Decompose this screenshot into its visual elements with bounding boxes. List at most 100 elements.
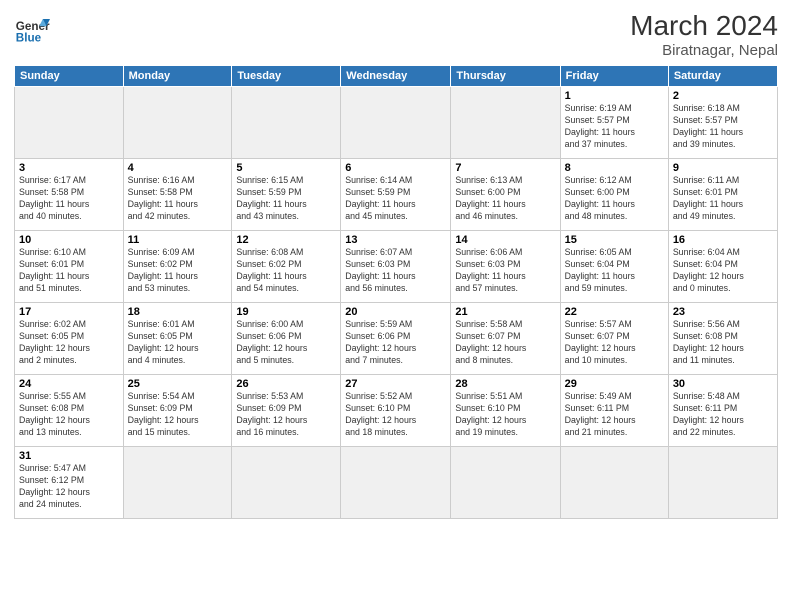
day-info: Sunrise: 5:51 AM Sunset: 6:10 PM Dayligh… bbox=[455, 391, 555, 439]
logo-icon: General Blue bbox=[14, 10, 50, 46]
col-thursday: Thursday bbox=[451, 66, 560, 87]
day-number: 5 bbox=[236, 162, 336, 174]
calendar-cell bbox=[232, 87, 341, 159]
day-info: Sunrise: 6:02 AM Sunset: 6:05 PM Dayligh… bbox=[19, 319, 119, 367]
day-number: 17 bbox=[19, 306, 119, 318]
day-info: Sunrise: 6:04 AM Sunset: 6:04 PM Dayligh… bbox=[673, 247, 773, 295]
day-number: 26 bbox=[236, 378, 336, 390]
calendar-cell bbox=[451, 447, 560, 519]
day-info: Sunrise: 6:11 AM Sunset: 6:01 PM Dayligh… bbox=[673, 175, 773, 223]
location-subtitle: Biratnagar, Nepal bbox=[630, 42, 778, 59]
month-year-title: March 2024 bbox=[630, 10, 778, 42]
day-number: 31 bbox=[19, 450, 119, 462]
calendar-cell: 20Sunrise: 5:59 AM Sunset: 6:06 PM Dayli… bbox=[341, 303, 451, 375]
day-info: Sunrise: 6:18 AM Sunset: 5:57 PM Dayligh… bbox=[673, 103, 773, 151]
calendar-cell: 22Sunrise: 5:57 AM Sunset: 6:07 PM Dayli… bbox=[560, 303, 668, 375]
calendar-cell bbox=[123, 87, 232, 159]
calendar-cell: 8Sunrise: 6:12 AM Sunset: 6:00 PM Daylig… bbox=[560, 159, 668, 231]
col-tuesday: Tuesday bbox=[232, 66, 341, 87]
calendar-week-4: 17Sunrise: 6:02 AM Sunset: 6:05 PM Dayli… bbox=[15, 303, 778, 375]
calendar-cell: 2Sunrise: 6:18 AM Sunset: 5:57 PM Daylig… bbox=[668, 87, 777, 159]
calendar-cell: 19Sunrise: 6:00 AM Sunset: 6:06 PM Dayli… bbox=[232, 303, 341, 375]
col-monday: Monday bbox=[123, 66, 232, 87]
day-info: Sunrise: 5:53 AM Sunset: 6:09 PM Dayligh… bbox=[236, 391, 336, 439]
day-info: Sunrise: 6:09 AM Sunset: 6:02 PM Dayligh… bbox=[128, 247, 228, 295]
day-info: Sunrise: 5:54 AM Sunset: 6:09 PM Dayligh… bbox=[128, 391, 228, 439]
calendar-cell bbox=[15, 87, 124, 159]
day-number: 22 bbox=[565, 306, 664, 318]
day-number: 9 bbox=[673, 162, 773, 174]
day-info: Sunrise: 6:01 AM Sunset: 6:05 PM Dayligh… bbox=[128, 319, 228, 367]
title-block: March 2024 Biratnagar, Nepal bbox=[630, 10, 778, 59]
day-info: Sunrise: 6:14 AM Sunset: 5:59 PM Dayligh… bbox=[345, 175, 446, 223]
day-info: Sunrise: 5:57 AM Sunset: 6:07 PM Dayligh… bbox=[565, 319, 664, 367]
col-sunday: Sunday bbox=[15, 66, 124, 87]
calendar-cell: 24Sunrise: 5:55 AM Sunset: 6:08 PM Dayli… bbox=[15, 375, 124, 447]
calendar-cell: 10Sunrise: 6:10 AM Sunset: 6:01 PM Dayli… bbox=[15, 231, 124, 303]
calendar-cell: 23Sunrise: 5:56 AM Sunset: 6:08 PM Dayli… bbox=[668, 303, 777, 375]
calendar-cell: 13Sunrise: 6:07 AM Sunset: 6:03 PM Dayli… bbox=[341, 231, 451, 303]
day-info: Sunrise: 6:00 AM Sunset: 6:06 PM Dayligh… bbox=[236, 319, 336, 367]
day-number: 21 bbox=[455, 306, 555, 318]
calendar-page: General Blue March 2024 Biratnagar, Nepa… bbox=[0, 0, 792, 525]
day-info: Sunrise: 5:58 AM Sunset: 6:07 PM Dayligh… bbox=[455, 319, 555, 367]
calendar-cell: 30Sunrise: 5:48 AM Sunset: 6:11 PM Dayli… bbox=[668, 375, 777, 447]
calendar-cell: 18Sunrise: 6:01 AM Sunset: 6:05 PM Dayli… bbox=[123, 303, 232, 375]
day-number: 27 bbox=[345, 378, 446, 390]
calendar-cell: 25Sunrise: 5:54 AM Sunset: 6:09 PM Dayli… bbox=[123, 375, 232, 447]
calendar-cell: 9Sunrise: 6:11 AM Sunset: 6:01 PM Daylig… bbox=[668, 159, 777, 231]
day-number: 15 bbox=[565, 234, 664, 246]
day-number: 20 bbox=[345, 306, 446, 318]
day-number: 3 bbox=[19, 162, 119, 174]
svg-text:Blue: Blue bbox=[16, 32, 42, 45]
day-info: Sunrise: 6:19 AM Sunset: 5:57 PM Dayligh… bbox=[565, 103, 664, 151]
calendar-cell bbox=[560, 447, 668, 519]
day-number: 11 bbox=[128, 234, 228, 246]
calendar-table: Sunday Monday Tuesday Wednesday Thursday… bbox=[14, 65, 778, 519]
calendar-week-2: 3Sunrise: 6:17 AM Sunset: 5:58 PM Daylig… bbox=[15, 159, 778, 231]
calendar-cell: 1Sunrise: 6:19 AM Sunset: 5:57 PM Daylig… bbox=[560, 87, 668, 159]
calendar-cell: 27Sunrise: 5:52 AM Sunset: 6:10 PM Dayli… bbox=[341, 375, 451, 447]
calendar-cell bbox=[341, 87, 451, 159]
day-number: 2 bbox=[673, 90, 773, 102]
day-number: 30 bbox=[673, 378, 773, 390]
calendar-cell: 7Sunrise: 6:13 AM Sunset: 6:00 PM Daylig… bbox=[451, 159, 560, 231]
calendar-cell: 15Sunrise: 6:05 AM Sunset: 6:04 PM Dayli… bbox=[560, 231, 668, 303]
calendar-cell bbox=[123, 447, 232, 519]
logo: General Blue bbox=[14, 10, 50, 46]
day-info: Sunrise: 6:17 AM Sunset: 5:58 PM Dayligh… bbox=[19, 175, 119, 223]
calendar-cell: 12Sunrise: 6:08 AM Sunset: 6:02 PM Dayli… bbox=[232, 231, 341, 303]
calendar-cell: 29Sunrise: 5:49 AM Sunset: 6:11 PM Dayli… bbox=[560, 375, 668, 447]
calendar-week-6: 31Sunrise: 5:47 AM Sunset: 6:12 PM Dayli… bbox=[15, 447, 778, 519]
day-info: Sunrise: 6:08 AM Sunset: 6:02 PM Dayligh… bbox=[236, 247, 336, 295]
calendar-cell: 14Sunrise: 6:06 AM Sunset: 6:03 PM Dayli… bbox=[451, 231, 560, 303]
calendar-cell: 21Sunrise: 5:58 AM Sunset: 6:07 PM Dayli… bbox=[451, 303, 560, 375]
day-info: Sunrise: 6:15 AM Sunset: 5:59 PM Dayligh… bbox=[236, 175, 336, 223]
day-number: 14 bbox=[455, 234, 555, 246]
day-number: 24 bbox=[19, 378, 119, 390]
day-number: 18 bbox=[128, 306, 228, 318]
day-number: 1 bbox=[565, 90, 664, 102]
calendar-cell: 6Sunrise: 6:14 AM Sunset: 5:59 PM Daylig… bbox=[341, 159, 451, 231]
calendar-week-1: 1Sunrise: 6:19 AM Sunset: 5:57 PM Daylig… bbox=[15, 87, 778, 159]
day-info: Sunrise: 6:10 AM Sunset: 6:01 PM Dayligh… bbox=[19, 247, 119, 295]
day-info: Sunrise: 5:47 AM Sunset: 6:12 PM Dayligh… bbox=[19, 463, 119, 511]
day-number: 19 bbox=[236, 306, 336, 318]
calendar-cell bbox=[668, 447, 777, 519]
col-saturday: Saturday bbox=[668, 66, 777, 87]
calendar-cell: 31Sunrise: 5:47 AM Sunset: 6:12 PM Dayli… bbox=[15, 447, 124, 519]
calendar-cell bbox=[451, 87, 560, 159]
day-number: 4 bbox=[128, 162, 228, 174]
calendar-cell: 17Sunrise: 6:02 AM Sunset: 6:05 PM Dayli… bbox=[15, 303, 124, 375]
day-info: Sunrise: 5:55 AM Sunset: 6:08 PM Dayligh… bbox=[19, 391, 119, 439]
day-number: 25 bbox=[128, 378, 228, 390]
day-number: 16 bbox=[673, 234, 773, 246]
day-info: Sunrise: 6:06 AM Sunset: 6:03 PM Dayligh… bbox=[455, 247, 555, 295]
calendar-cell: 16Sunrise: 6:04 AM Sunset: 6:04 PM Dayli… bbox=[668, 231, 777, 303]
day-number: 12 bbox=[236, 234, 336, 246]
day-number: 23 bbox=[673, 306, 773, 318]
day-number: 13 bbox=[345, 234, 446, 246]
day-number: 7 bbox=[455, 162, 555, 174]
column-headers: Sunday Monday Tuesday Wednesday Thursday… bbox=[15, 66, 778, 87]
day-info: Sunrise: 5:49 AM Sunset: 6:11 PM Dayligh… bbox=[565, 391, 664, 439]
